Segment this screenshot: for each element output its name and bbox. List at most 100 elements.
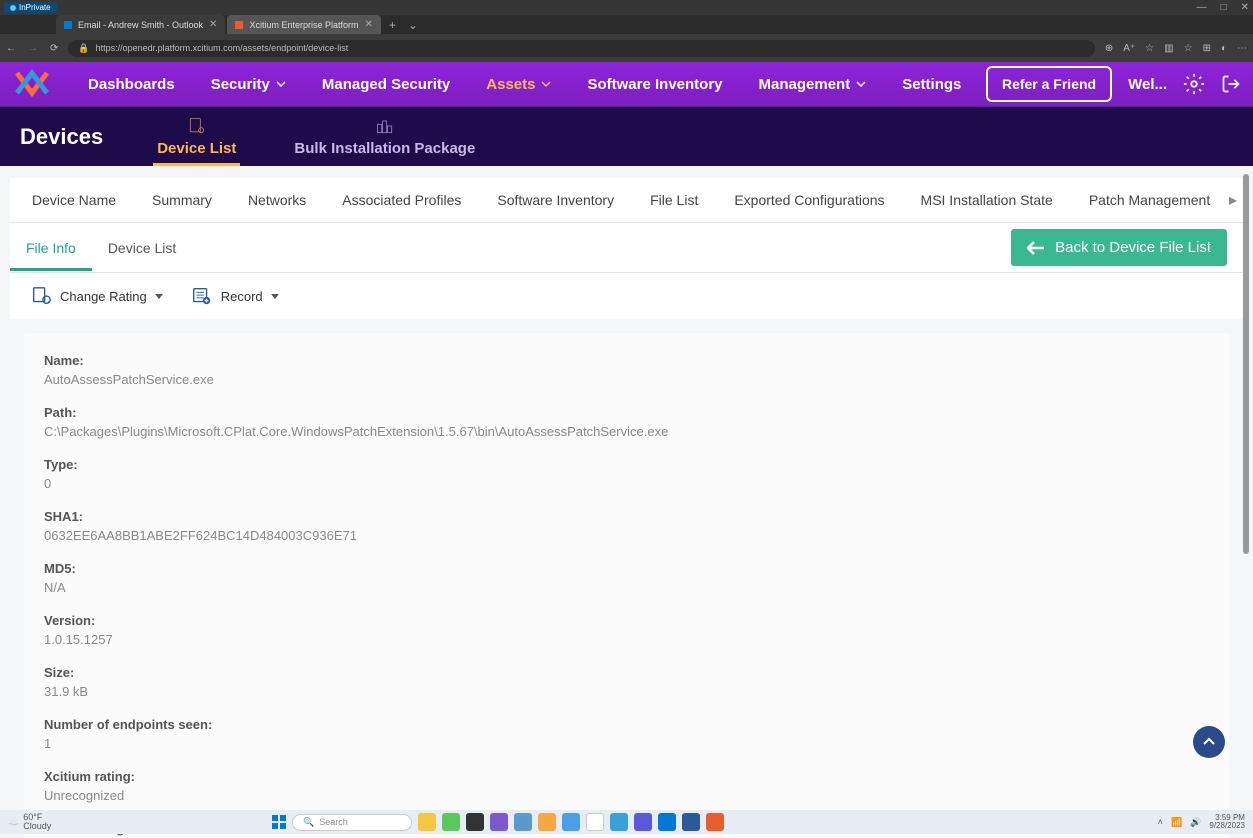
caret-down-icon (271, 294, 279, 299)
browser-tab-outlook[interactable]: Email - Andrew Smith - Outlook ✕ (56, 15, 225, 34)
new-tab-button[interactable]: + (383, 15, 402, 34)
windows-start-icon[interactable] (272, 815, 286, 829)
split-icon[interactable]: ▥ (1164, 43, 1173, 54)
taskbar-weather[interactable]: ☁️ 60°F Cloudy (0, 813, 59, 831)
tab-overflow-icon[interactable]: ⌄ (402, 15, 424, 34)
tab-close-icon[interactable]: ✕ (209, 19, 217, 30)
taskbar-app-xcitium[interactable] (706, 813, 724, 831)
close-icon[interactable]: ✕ (1241, 2, 1249, 13)
profile-icon[interactable]: ◐ (1221, 43, 1227, 54)
field-value: 0632EE6AA8BB1ABE2FF624BC14D484003C936E71 (44, 528, 1209, 543)
tab-close-icon[interactable]: ✕ (364, 19, 372, 30)
nav-settings[interactable]: Settings (884, 62, 979, 106)
search-icon: 🔍 (303, 817, 314, 828)
field-label: Type: (44, 457, 1209, 472)
taskbar-clock[interactable]: 3:59 PM 9/28/2023 (1209, 814, 1245, 830)
favorites-bar-icon[interactable]: ☆ (1184, 43, 1193, 54)
collections-icon[interactable]: ⊞ (1203, 43, 1211, 54)
field-type: Type: 0 (44, 457, 1209, 491)
browser-toolbar: ← → ⟳ 🔒 https://openedr.platform.xcitium… (0, 34, 1253, 62)
field-value: 31.9 kB (44, 684, 1209, 699)
change-rating-button[interactable]: Change Rating (30, 285, 163, 307)
tabs-scroll-right-icon[interactable]: ▸ (1223, 178, 1243, 222)
field-value: 1 (44, 736, 1209, 751)
address-bar[interactable]: 🔒 https://openedr.platform.xcitium.com/a… (68, 40, 1094, 57)
refer-friend-button[interactable]: Refer a Friend (986, 66, 1112, 102)
nav-management[interactable]: Management (741, 62, 885, 106)
tab-patch-management[interactable]: Patch Management (1071, 178, 1228, 222)
bulk-install-icon (375, 116, 395, 136)
zoom-icon[interactable]: ⊕ (1105, 43, 1113, 54)
chevron-down-icon (856, 79, 866, 89)
chevron-down-icon (276, 79, 286, 89)
more-icon[interactable]: ⋯ (1237, 43, 1247, 54)
nav-security[interactable]: Security (193, 62, 304, 106)
tab-networks[interactable]: Networks (230, 178, 324, 222)
wifi-icon[interactable]: 📶 (1171, 817, 1182, 828)
tab-associated-profiles[interactable]: Associated Profiles (324, 178, 479, 222)
caret-down-icon (155, 294, 163, 299)
search-placeholder: Search (319, 817, 348, 827)
content-area: Device Name Summary Networks Associated … (0, 166, 1253, 838)
logout-icon[interactable] (1221, 74, 1241, 94)
browser-tab-xcitium[interactable]: Xcitium Enterprise Platform ✕ (227, 15, 380, 34)
taskbar-app-explorer[interactable] (418, 813, 436, 831)
inprivate-badge: InPrivate (4, 2, 57, 13)
taskbar-app-store[interactable] (442, 813, 460, 831)
tab-software-inventory[interactable]: Software Inventory (479, 178, 632, 222)
taskbar-app-chat[interactable] (490, 813, 508, 831)
tab-file-list[interactable]: File List (632, 178, 716, 222)
taskbar-app-outlook[interactable] (658, 813, 676, 831)
xcitium-logo[interactable] (12, 68, 52, 100)
taskbar-app-terminal[interactable] (466, 813, 484, 831)
taskbar-pinned-apps (418, 813, 724, 831)
taskbar-app-teams[interactable] (634, 813, 652, 831)
info-tab-file-info[interactable]: File Info (26, 226, 76, 270)
taskbar-app-word[interactable] (682, 813, 700, 831)
device-list-icon (187, 116, 207, 136)
system-tray[interactable]: ˄ 📶 🔊 3:59 PM 9/28/2023 (1150, 814, 1253, 830)
nav-dashboards[interactable]: Dashboards (70, 62, 193, 106)
content-scrollbar[interactable] (1243, 166, 1251, 838)
favorite-icon[interactable]: ☆ (1145, 43, 1154, 54)
tab-device-name[interactable]: Device Name (14, 178, 134, 222)
nav-managed-security[interactable]: Managed Security (304, 62, 468, 106)
subtab-bulk-install[interactable]: Bulk Installation Package (290, 107, 479, 166)
record-button[interactable]: Record (191, 285, 279, 307)
forward-icon: → (28, 43, 38, 54)
refresh-icon[interactable]: ⟳ (50, 43, 58, 54)
taskbar-app-folder[interactable] (538, 813, 556, 831)
maximize-icon[interactable]: □ (1221, 2, 1227, 13)
tab-msi-install[interactable]: MSI Installation State (903, 178, 1071, 222)
scroll-to-top-button[interactable] (1193, 726, 1225, 758)
minimize-icon[interactable]: — (1197, 2, 1207, 13)
field-version: Version: 1.0.15.1257 (44, 613, 1209, 647)
read-aloud-icon[interactable]: A⁺ (1123, 43, 1135, 54)
taskbar-app-settings[interactable] (514, 813, 532, 831)
field-md5: MD5: N/A (44, 561, 1209, 595)
back-to-file-list-button[interactable]: Back to Device File List (1011, 229, 1227, 266)
back-icon[interactable]: ← (6, 43, 16, 54)
taskbar-app-chrome[interactable] (586, 813, 604, 831)
subtab-device-list[interactable]: Device List (153, 107, 240, 166)
nav-assets[interactable]: Assets (468, 62, 569, 106)
tab-summary[interactable]: Summary (134, 178, 230, 222)
info-tab-device-list[interactable]: Device List (108, 226, 176, 270)
field-label: SHA1: (44, 509, 1209, 524)
gear-icon[interactable] (1183, 73, 1205, 95)
window-controls[interactable]: — □ ✕ (1197, 2, 1249, 13)
info-tabs-row: File Info Device List Back to Device Fil… (10, 223, 1243, 273)
field-value: N/A (44, 580, 1209, 595)
field-label: Number of endpoints seen: (44, 717, 1209, 732)
url-text: https://openedr.platform.xcitium.com/ass… (96, 43, 349, 53)
welcome-label[interactable]: Wel... (1128, 76, 1167, 93)
nav-software-inventory[interactable]: Software Inventory (569, 62, 740, 106)
tray-chevron-icon[interactable]: ˄ (1158, 817, 1163, 827)
taskbar-search[interactable]: 🔍 Search (292, 814, 412, 831)
tab-exported-config[interactable]: Exported Configurations (716, 178, 902, 222)
field-name: Name: AutoAssessPatchService.exe (44, 353, 1209, 387)
taskbar-app-edge[interactable] (562, 813, 580, 831)
taskbar-app-edge2[interactable] (610, 813, 628, 831)
volume-icon[interactable]: 🔊 (1190, 817, 1201, 828)
lock-icon: 🔒 (78, 43, 89, 54)
